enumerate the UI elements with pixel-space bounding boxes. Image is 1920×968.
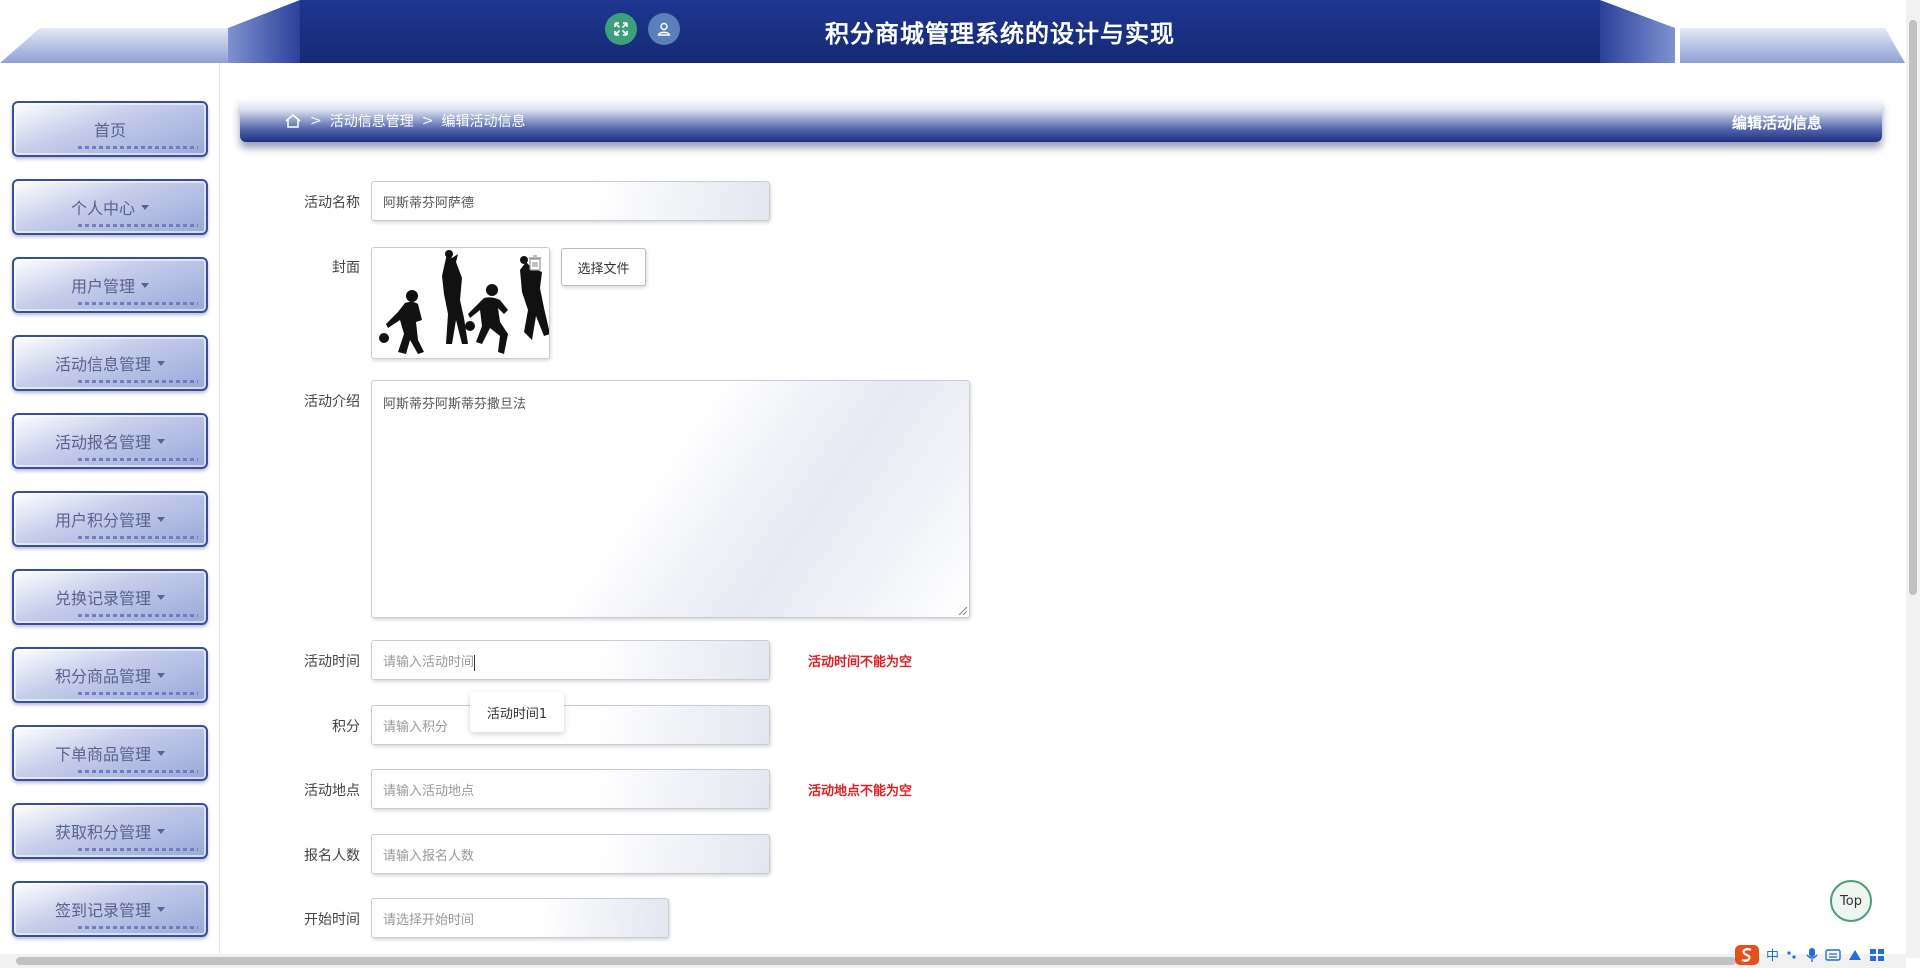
sidebar-item-label: 首页	[93, 121, 126, 140]
decorative-dots	[78, 536, 198, 539]
caret-down-icon	[157, 672, 165, 678]
decorative-dots	[78, 848, 198, 851]
sidebar-item-3[interactable]: 活动信息管理	[12, 335, 208, 391]
sidebar-item-7[interactable]: 积分商品管理	[12, 647, 208, 703]
sidebar-item-label: 用户积分管理	[54, 511, 151, 530]
keyboard-icon[interactable]	[1825, 948, 1841, 962]
app-header: 积分商城管理系统的设计与实现	[0, 0, 1920, 63]
decorative-dots	[78, 380, 198, 383]
sidebar-item-label: 活动信息管理	[54, 355, 151, 374]
decorative-dots	[78, 146, 198, 149]
decorative-dots	[78, 770, 198, 773]
decorative-dots	[78, 224, 198, 227]
sidebar-item-4[interactable]: 活动报名管理	[12, 413, 208, 469]
decorative-dots	[78, 458, 198, 461]
toolbox-icon[interactable]	[1869, 948, 1885, 962]
activity-intro-textarea[interactable]: 阿斯蒂芬阿斯蒂芬撒旦法	[371, 380, 970, 618]
basketball-players-image	[379, 250, 549, 354]
activity-location-input[interactable]: 请输入活动地点	[371, 769, 770, 809]
activity-name-input[interactable]: 阿斯蒂芬阿萨德	[371, 181, 770, 221]
fullscreen-button[interactable]	[605, 13, 637, 45]
autocomplete-suggestion[interactable]: 活动时间1	[470, 692, 564, 732]
activity-location-label: 活动地点	[304, 783, 360, 799]
sidebar-item-label: 积分商品管理	[54, 667, 151, 686]
home-icon[interactable]	[284, 113, 302, 129]
caret-down-icon	[157, 438, 165, 444]
sidebar-item-2[interactable]: 用户管理	[12, 257, 208, 313]
choose-file-button[interactable]: 选择文件	[561, 248, 646, 286]
signup-count-label: 报名人数	[304, 848, 360, 864]
cover-image	[371, 247, 550, 359]
breadcrumb: > 活动信息管理 > 编辑活动信息	[284, 111, 525, 131]
activity-name-label: 活动名称	[304, 195, 360, 211]
decorative-dots	[78, 926, 198, 929]
sidebar-item-label: 签到记录管理	[54, 901, 151, 920]
activity-location-error: 活动地点不能为空	[808, 784, 913, 799]
delete-cover-icon[interactable]	[527, 254, 543, 272]
sidebar-item-6[interactable]: 兑换记录管理	[12, 569, 208, 625]
caret-down-icon	[157, 594, 165, 600]
caret-down-icon	[141, 282, 149, 288]
ime-mode[interactable]: 中	[1766, 945, 1779, 964]
sidebar-item-label: 兑换记录管理	[54, 589, 151, 608]
caret-down-icon	[157, 516, 165, 522]
cover-label: 封面	[332, 260, 360, 276]
caret-down-icon	[157, 360, 165, 366]
vertical-scrollbar-thumb[interactable]	[1909, 20, 1917, 595]
breadcrumb-separator: >	[310, 113, 322, 129]
app-title: 积分商城管理系统的设计与实现	[825, 20, 1175, 48]
sidebar-item-label: 下单商品管理	[54, 745, 151, 764]
sidebar-item-9[interactable]: 获取积分管理	[12, 803, 208, 859]
breadcrumb-bar: > 活动信息管理 > 编辑活动信息 编辑活动信息	[240, 98, 1882, 142]
points-input[interactable]: 请输入积分	[371, 705, 770, 745]
start-time-label: 开始时间	[304, 912, 360, 928]
ime-tray: 中	[1732, 941, 1908, 968]
back-to-top-button[interactable]: Top	[1830, 880, 1872, 922]
horizontal-scrollbar[interactable]	[0, 954, 1906, 968]
points-label: 积分	[332, 719, 360, 735]
activity-time-input[interactable]: 请输入活动时间	[371, 640, 770, 680]
decorative-dots	[78, 614, 198, 617]
decorative-dots	[78, 302, 198, 305]
sidebar-item-label: 用户管理	[70, 277, 135, 296]
sidebar-item-label: 个人中心	[70, 199, 135, 218]
skin-icon[interactable]	[1847, 948, 1863, 962]
breadcrumb-edit-activity: 编辑活动信息	[441, 114, 526, 130]
resize-handle-icon[interactable]	[959, 607, 967, 615]
punctuation-icon[interactable]	[1785, 948, 1799, 962]
vertical-scrollbar[interactable]	[1906, 0, 1920, 958]
microphone-icon[interactable]	[1805, 947, 1819, 963]
horizontal-scrollbar-thumb[interactable]	[16, 957, 1736, 965]
sidebar-item-0[interactable]: 首页	[12, 101, 208, 157]
text-cursor-icon	[474, 655, 475, 671]
activity-time-label: 活动时间	[304, 654, 360, 670]
user-icon	[657, 22, 671, 36]
sidebar-item-label: 获取积分管理	[54, 823, 151, 842]
page-title: 编辑活动信息	[1731, 114, 1822, 132]
sidebar-item-10[interactable]: 签到记录管理	[12, 881, 208, 937]
fullscreen-icon	[614, 22, 628, 36]
caret-down-icon	[157, 828, 165, 834]
sidebar-item-label: 活动报名管理	[54, 433, 151, 452]
sidebar-item-1[interactable]: 个人中心	[12, 179, 208, 235]
caret-down-icon	[157, 750, 165, 756]
activity-intro-text: 阿斯蒂芬阿斯蒂芬撒旦法	[383, 397, 527, 412]
signup-count-input[interactable]: 请输入报名人数	[371, 834, 770, 874]
caret-down-icon	[157, 906, 165, 912]
sidebar: 首页个人中心用户管理活动信息管理 活动报名管理 用户积分管理 兑换记录管理 积分商品管理…	[0, 63, 220, 958]
breadcrumb-activity-management[interactable]: 活动信息管理	[330, 111, 414, 131]
sidebar-item-5[interactable]: 用户积分管理	[12, 491, 208, 547]
activity-time-error: 活动时间不能为空	[808, 655, 913, 670]
user-button[interactable]	[648, 13, 680, 45]
breadcrumb-separator: >	[421, 113, 434, 129]
activity-intro-label: 活动介绍	[304, 394, 360, 410]
decorative-dots	[78, 692, 198, 695]
start-time-input[interactable]: 请选择开始时间	[371, 898, 669, 938]
caret-down-icon	[141, 204, 149, 210]
sogou-logo-icon[interactable]	[1734, 944, 1760, 966]
sidebar-item-8[interactable]: 下单商品管理	[12, 725, 208, 781]
